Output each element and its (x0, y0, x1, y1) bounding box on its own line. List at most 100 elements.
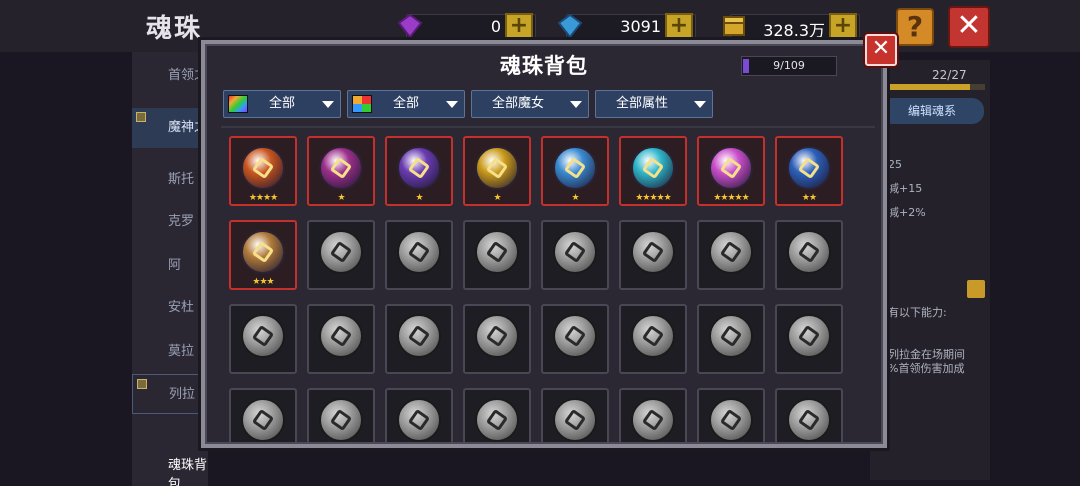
filter-type-dropdown[interactable]: 全部 (223, 90, 341, 118)
soul-orb-slot[interactable]: ★★★★★ (619, 136, 687, 206)
locked-orb-slot[interactable] (619, 220, 687, 290)
help-button[interactable]: ? (896, 8, 934, 46)
currency-value: 328.3万 (763, 21, 825, 40)
info-button[interactable] (967, 280, 985, 298)
soul-orb-slot[interactable]: ★ (463, 136, 531, 206)
locked-orb-slot[interactable] (229, 304, 297, 374)
soul-orb-slot[interactable]: ★ (541, 136, 609, 206)
chevron-down-icon (570, 101, 582, 108)
sidebar-item[interactable]: 斯托 (132, 160, 208, 200)
quad-color-icon (352, 95, 372, 113)
sidebar-item-active[interactable]: 魔神之 (132, 108, 208, 148)
locked-orb-slot[interactable] (697, 304, 765, 374)
locked-orb-slot[interactable] (775, 220, 843, 290)
locked-orb-slot[interactable] (385, 220, 453, 290)
locked-orb-icon (319, 314, 363, 358)
sidebar-item[interactable]: 列拉 (132, 374, 208, 414)
sidebar-item[interactable]: 阿 (132, 246, 208, 286)
orb-emblem (251, 156, 275, 180)
chevron-down-icon (446, 101, 458, 108)
soul-orb-slot[interactable]: ★★★★★ (697, 136, 765, 206)
sidebar-item[interactable]: 克罗 (132, 202, 208, 242)
ability-line: %首领伤害加成 (888, 362, 965, 375)
add-purple-gem-button[interactable]: + (505, 13, 533, 41)
star-rating: ★★★ (252, 277, 274, 287)
locked-orb-icon (787, 230, 831, 274)
locked-orb-slot[interactable] (385, 388, 453, 442)
locked-orb-slot[interactable] (541, 388, 609, 442)
locked-orb-slot[interactable] (307, 304, 375, 374)
soul-orb-slot[interactable]: ★ (385, 136, 453, 206)
soul-bag-modal: 魂珠背包 9/109 ✕ 全部 全部 全部魔女 全部属性 ★★★★ ★ ★ ★ ★ ★★★… (201, 34, 897, 448)
orb-emblem (797, 156, 821, 180)
locked-orb-slot[interactable] (775, 388, 843, 442)
orb-emblem (719, 156, 743, 180)
orb-emblem (719, 408, 743, 432)
locked-orb-icon (631, 230, 675, 274)
locked-orb-slot[interactable] (697, 388, 765, 442)
locked-orb-slot[interactable] (619, 388, 687, 442)
locked-orb-slot[interactable] (463, 304, 531, 374)
orb-emblem (407, 240, 431, 264)
locked-orb-slot[interactable] (463, 388, 531, 442)
stat-line: 25 (888, 158, 902, 171)
orb-emblem (251, 408, 275, 432)
golden-mask-orb-icon (475, 146, 519, 190)
orb-grid: ★★★★ ★ ★ ★ ★ ★★★★★ ★★★★★ ★★ ★★★ (229, 136, 849, 442)
orb-emblem (329, 324, 353, 348)
orb-emblem (563, 156, 587, 180)
left-sidebar: 首领之 魔神之 斯托 克罗 阿 安杜 莫拉 列拉 魂珠背包 (132, 52, 208, 486)
orb-emblem (563, 408, 587, 432)
orb-emblem (797, 408, 821, 432)
locked-orb-slot[interactable] (307, 388, 375, 442)
soul-orb-slot[interactable]: ★★ (775, 136, 843, 206)
filter-color-dropdown[interactable]: 全部 (347, 90, 465, 118)
filter-witch-dropdown[interactable]: 全部魔女 (471, 90, 589, 118)
locked-orb-icon (787, 398, 831, 442)
sidebar-item[interactable]: 莫拉 (132, 332, 208, 372)
orb-emblem (407, 324, 431, 348)
filter-label: 全部 (268, 96, 295, 111)
locked-orb-slot[interactable] (385, 304, 453, 374)
locked-orb-slot[interactable] (229, 388, 297, 442)
star-rating: ★★★★ (248, 193, 278, 203)
add-gold-button[interactable]: + (829, 13, 857, 41)
locked-orb-icon (241, 398, 285, 442)
orb-emblem (485, 156, 509, 180)
orb-emblem (329, 408, 353, 432)
soul-orb-slot[interactable]: ★★★ (229, 220, 297, 290)
orb-emblem (563, 324, 587, 348)
filter-attribute-dropdown[interactable]: 全部属性 (595, 90, 713, 118)
locked-orb-slot[interactable] (619, 304, 687, 374)
locked-orb-icon (397, 398, 441, 442)
locked-orb-slot[interactable] (775, 304, 843, 374)
locked-orb-slot[interactable] (541, 304, 609, 374)
close-screen-button[interactable]: ✕ (948, 6, 990, 48)
orb-emblem (641, 324, 665, 348)
star-rating: ★★★★★ (713, 193, 749, 203)
orb-emblem (329, 156, 353, 180)
stat-line: 减+15 (888, 182, 923, 195)
marker-icon (136, 112, 146, 122)
locked-orb-slot[interactable] (697, 220, 765, 290)
marker-icon (137, 379, 147, 389)
sidebar-item[interactable]: 首领之 (132, 56, 208, 96)
locked-orb-slot[interactable] (541, 220, 609, 290)
sidebar-item[interactable]: 安杜 (132, 288, 208, 328)
edit-soul-system-button[interactable]: 编辑魂系 (880, 98, 984, 124)
progress-bar (880, 84, 985, 90)
locked-orb-slot[interactable] (307, 220, 375, 290)
locked-orb-icon (787, 314, 831, 358)
close-modal-button[interactable]: ✕ (865, 34, 897, 66)
locked-orb-slot[interactable] (463, 220, 531, 290)
orb-emblem (407, 156, 431, 180)
purple-sigil-orb-icon (319, 146, 363, 190)
locked-orb-icon (475, 314, 519, 358)
soul-orb-slot[interactable]: ★ (307, 136, 375, 206)
pink-sphere-orb-icon (709, 146, 753, 190)
soul-orb-slot[interactable]: ★★★★ (229, 136, 297, 206)
add-blue-gem-button[interactable]: + (665, 13, 693, 41)
orb-emblem (251, 240, 275, 264)
filter-label: 全部魔女 (491, 96, 544, 111)
soul-bag-label[interactable]: 魂珠背包 (168, 454, 208, 486)
